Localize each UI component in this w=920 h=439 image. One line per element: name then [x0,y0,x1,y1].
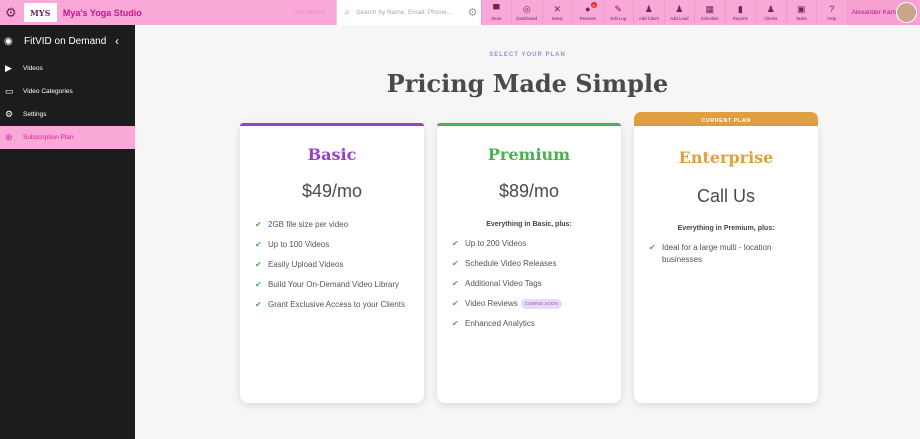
user-menu[interactable]: Alexander Kam [846,0,920,25]
check-icon: ✔ [255,260,262,269]
user-name: Alexander Kam [851,9,897,16]
video-icon: ▶ [5,63,12,73]
nav-schedule[interactable]: ▦ Schedule [694,0,725,25]
studio-name[interactable]: Mya's Yoga Studio [59,0,282,25]
nav-store[interactable]: ▀ Store [480,0,512,25]
nav-setup[interactable]: ✕ Setup [541,0,573,25]
categories-icon: ▭ [5,86,14,96]
sidebar-item-settings[interactable]: ⚙ Settings [0,103,135,126]
check-icon: ✔ [649,243,656,252]
plan-name: Enterprise [678,148,774,167]
list-item: ✔ Up to 200 Videos [452,239,527,248]
list-item: ✔ Up to 100 Videos [255,240,330,249]
uid-search-placeholder: UID search [292,9,326,16]
nav-help[interactable]: ? Help [816,0,847,25]
sidebar-item-label: Video Categories [23,88,73,95]
list-item: ✔ Easily Upload Videos [255,260,344,269]
plan-accent-bar [437,123,621,126]
nav-reviews[interactable]: ● Reviews 5 [572,0,603,25]
page-title: Pricing Made Simple [386,69,669,98]
check-icon: ✔ [255,220,262,229]
nav-reports[interactable]: ▮ Reports [724,0,756,25]
gear-icon: ⚙ [5,109,14,119]
check-icon: ✔ [255,240,262,249]
list-item: ✔ Additional Video Tags [452,279,542,288]
nav-add-client[interactable]: ♟ Add Client [633,0,664,25]
studio-settings-icon[interactable]: ⚙ [0,0,22,25]
nav-edit-log[interactable]: ✎ Edit Log [602,0,634,25]
list-item: ✔ Ideal for a large multi - location busi… [649,243,772,264]
search-input[interactable]: Search by Name, Email, Phone... [356,9,465,16]
search-icon: ⌕ [344,7,350,18]
chart-icon: ▮ [737,4,743,14]
add-lead-icon: ♟ [675,4,684,14]
search-box[interactable]: ⌕ Search by Name, Email, Phone... ⚙ [336,0,481,25]
add-client-icon: ♟ [644,4,653,14]
sidebar-item-video-categories[interactable]: ▭ Video Categories [0,80,135,103]
sidebar-header: ◉ FitVID on Demand ‹ [0,25,135,57]
sidebar-item-label: Videos [23,65,43,72]
plan-price: $89/mo [498,181,560,201]
help-icon: ? [829,4,835,14]
plan-card-basic[interactable]: Basic $49/mo ✔ 2GB file size per video ✔ U… [240,123,424,403]
check-icon: ✔ [255,300,262,309]
main-content: SELECT YOUR PLAN Pricing Made Simple Bas… [135,25,920,439]
check-icon: ✔ [452,239,459,248]
plan-accent-bar [240,123,424,126]
calendar-icon: ▦ [705,4,715,14]
store-icon: ▀ [493,4,500,14]
check-icon: ✔ [452,299,459,308]
studio-logo: MYS [23,3,57,22]
feature-list: ✔ Up to 200 Videos ✔ Schedule Video Releas… [452,238,611,330]
coming-soon-badge: COMING SOON [520,299,562,309]
plan-intro: Everything in Basic, plus: [486,221,572,228]
plan-card-enterprise[interactable]: Enterprise Call Us Everything in Premium… [634,126,818,403]
check-icon: ✔ [255,280,262,289]
sidebar-item-subscription-plan[interactable]: ⊛ Subscription Plan [0,126,135,149]
sidebar-item-videos[interactable]: ▶ Videos [0,57,135,80]
edit-log-icon: ✎ [614,4,623,14]
reviews-badge: 5 [590,2,597,8]
top-bar: ⚙ MYS Mya's Yoga Studio UID search ⌕ Sea… [0,0,920,25]
feature-list: ✔ 2GB file size per video ✔ Up to 100 Vide… [255,219,414,311]
avatar[interactable] [896,2,918,23]
sidebar-item-label: Settings [23,111,47,118]
plan-price: $49/mo [301,181,363,201]
sidebar-title: FitVID on Demand [24,35,107,47]
tools-icon: ✕ [553,4,562,14]
subscription-icon: ⊛ [5,132,13,142]
nav-add-lead[interactable]: ♟ Add Lead [663,0,695,25]
top-nav: ▀ Store ◎ Dashboard ✕ Setup ● Reviews 5 ✎ Edit… [480,0,847,25]
chevron-left-icon[interactable]: ‹ [115,34,135,48]
nav-tasks[interactable]: ▣ Tasks [785,0,817,25]
sidebar-item-label: Subscription Plan [23,134,74,141]
check-icon: ✔ [452,319,459,328]
check-icon: ✔ [452,259,459,268]
search-settings-icon[interactable]: ⚙ [465,6,481,19]
plan-intro: Everything in Premium, plus: [677,225,775,232]
clients-icon: ♟ [766,4,775,14]
list-item: ✔ Build Your On-Demand Video Library [255,280,400,289]
fitvid-icon: ◉ [4,35,13,47]
eyebrow: SELECT YOUR PLAN [489,52,566,58]
plan-name: Premium [487,145,571,164]
list-item: ✔ Enhanced Analytics [452,319,535,328]
list-item: ✔ Video Reviews COMING SOON [452,298,611,310]
nav-clients[interactable]: ♟ Clients [755,0,786,25]
list-item: ✔ Grant Exclusive Access to your Clients [255,300,405,309]
plan-name: Basic [307,145,357,164]
tasks-icon: ▣ [797,4,806,14]
sidebar: ◉ FitVID on Demand ‹ ▶ Videos ▭ Video Ca… [0,25,135,439]
list-item: ✔ Schedule Video Releases [452,259,557,268]
plan-card-premium[interactable]: Premium $89/mo Everything in Basic, plus… [437,123,621,403]
plan-price: Call Us [696,186,755,206]
list-item: ✔ 2GB file size per video [255,220,349,229]
dashboard-icon: ◎ [522,4,531,14]
check-icon: ✔ [452,279,459,288]
uid-search-input[interactable]: UID search [281,0,336,25]
reviews-icon: ● [585,4,591,14]
nav-dashboard[interactable]: ◎ Dashboard [511,0,542,25]
feature-list: ✔ Ideal for a large multi - location busi… [649,242,808,266]
